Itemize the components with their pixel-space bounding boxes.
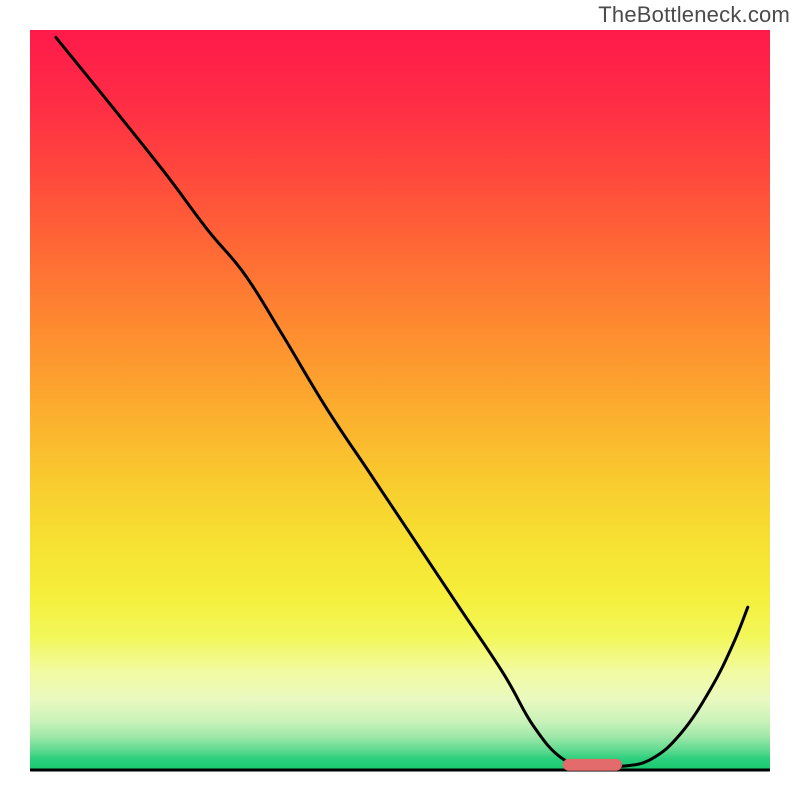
chart-container: TheBottleneck.com [0,0,800,800]
watermark-label: TheBottleneck.com [598,2,790,28]
optimal-range-marker [563,759,622,771]
bottleneck-chart [0,0,800,800]
